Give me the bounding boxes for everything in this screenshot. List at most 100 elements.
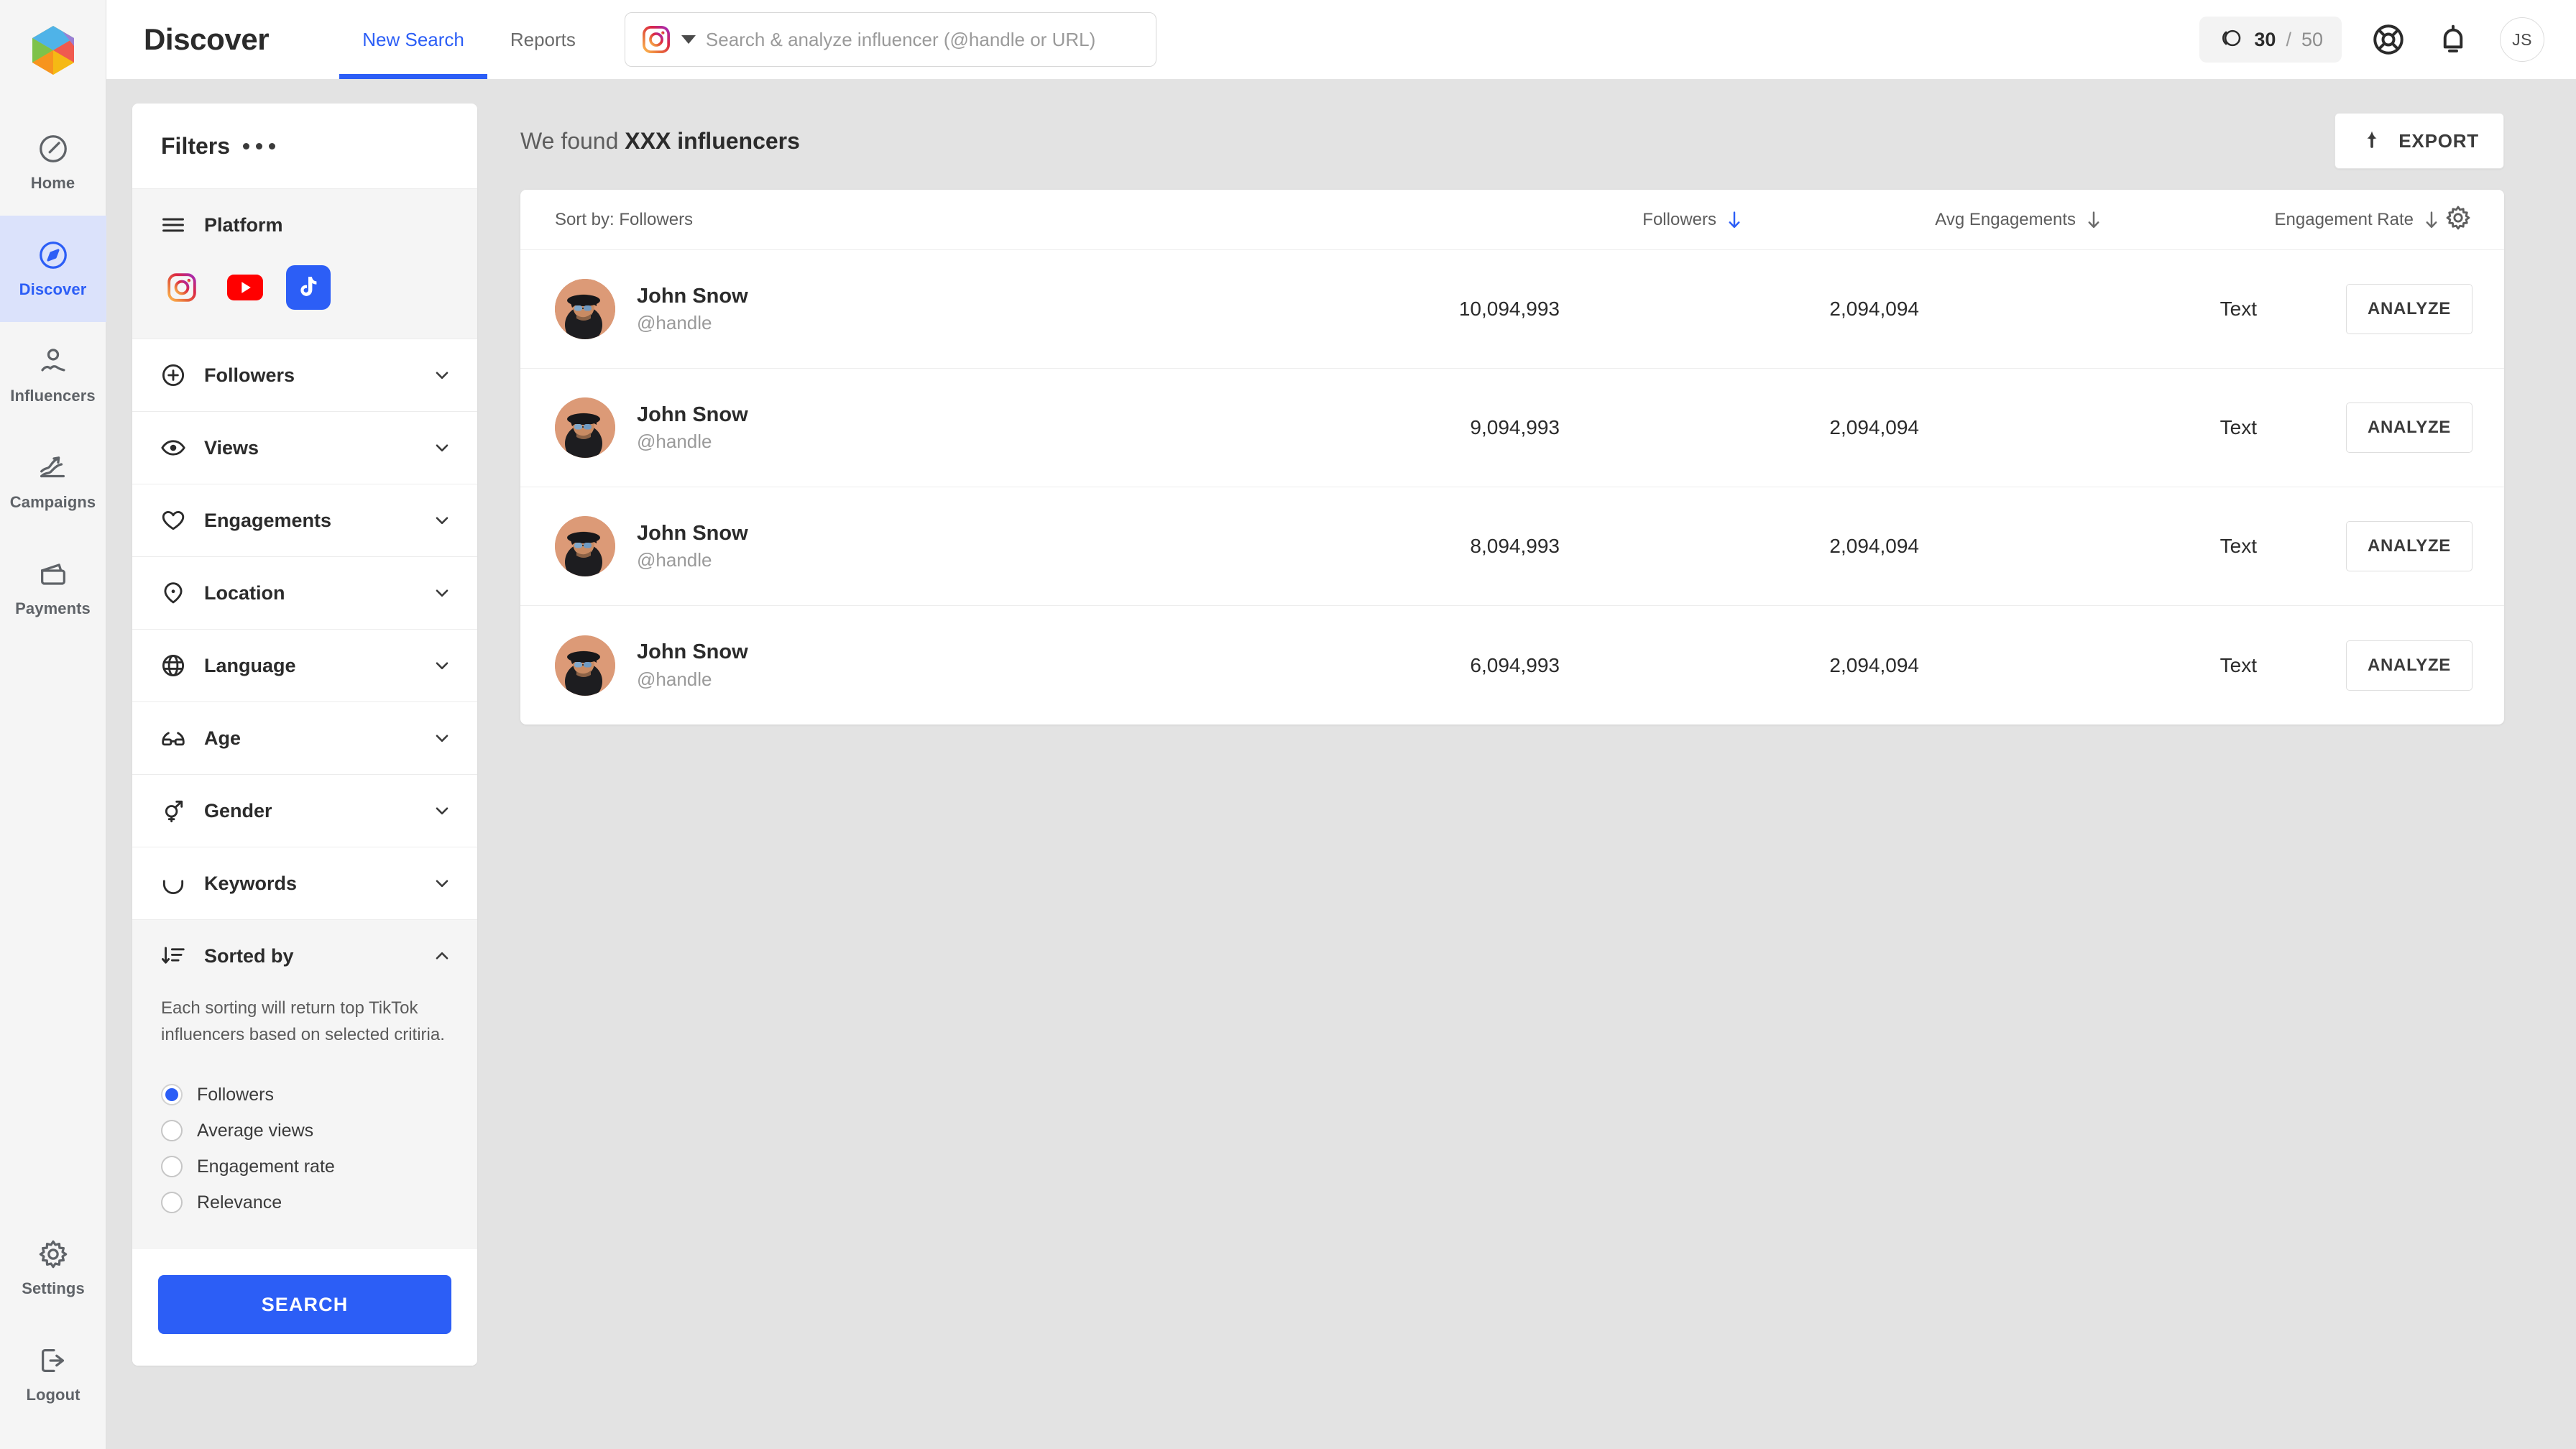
sidebar-item-logout[interactable]: Logout	[0, 1321, 106, 1427]
tab-label: New Search	[362, 28, 464, 50]
filter-header-keywords[interactable]: Keywords	[132, 847, 477, 919]
filter-header-followers[interactable]: Followers	[132, 339, 477, 411]
bell-icon[interactable]	[2435, 22, 2471, 58]
sidebar-item-payments[interactable]: Payments	[0, 535, 106, 641]
sidebar-item-label: Campaigns	[9, 493, 96, 511]
filter-header-age[interactable]: Age	[132, 702, 477, 774]
search-button[interactable]: SEARCH	[158, 1275, 451, 1335]
sidebar-bottom-nav: Settings Logout	[0, 1215, 106, 1427]
chevron-down-icon[interactable]	[433, 729, 451, 748]
filter-label: Age	[204, 727, 242, 749]
radio-button[interactable]	[161, 1120, 183, 1142]
radio-button[interactable]	[161, 1156, 183, 1178]
avatar[interactable]: JS	[2500, 17, 2544, 62]
platform-option-tiktok[interactable]	[286, 265, 331, 310]
cell-followers: 8,094,993	[1470, 535, 1560, 557]
sort-option-label: Followers	[197, 1084, 274, 1105]
cell-followers: 6,094,993	[1470, 653, 1560, 676]
chevron-down-icon[interactable]	[681, 35, 696, 44]
filter-label: Engagements	[204, 509, 332, 531]
influencer-cell[interactable]: John Snow @handle	[555, 397, 1186, 458]
platform-option-instagram[interactable]	[160, 265, 204, 310]
analyze-button[interactable]: ANALYZE	[2346, 521, 2472, 571]
export-button[interactable]: EXPORT	[2334, 113, 2504, 169]
analyze-button[interactable]: ANALYZE	[2346, 284, 2472, 334]
sidebar-item-influencers[interactable]: Influencers	[0, 322, 106, 428]
influencer-cell[interactable]: John Snow @handle	[555, 279, 1186, 339]
filter-section-platform: Platform	[132, 188, 477, 339]
filter-header-platform[interactable]: Platform	[132, 189, 477, 261]
found-count: XXX influencers	[625, 127, 800, 154]
table-row[interactable]: John Snow @handle 6,094,993 2,094,094 Te…	[520, 606, 2504, 724]
chevron-down-icon[interactable]	[433, 511, 451, 530]
filter-header-sorted-by[interactable]: Sorted by	[132, 920, 477, 992]
influencer-cell[interactable]: John Snow @handle	[555, 635, 1186, 696]
column-label: Followers	[1642, 209, 1716, 229]
chevron-up-icon[interactable]	[433, 947, 451, 965]
cell-engagement-rate: Text	[2220, 298, 2257, 320]
table-settings-button[interactable]	[2439, 203, 2472, 236]
lifebuoy-icon[interactable]	[2370, 22, 2406, 58]
sort-option-followers[interactable]: Followers	[161, 1077, 448, 1113]
credits-badge[interactable]: 30 / 50	[2199, 17, 2342, 63]
filter-label: Followers	[204, 364, 295, 386]
credits-separator: /	[2286, 28, 2291, 50]
pin-icon	[160, 579, 187, 607]
arrow-down-icon[interactable]	[2086, 211, 2102, 229]
influencer-name: John Snow	[637, 402, 748, 426]
chevron-down-icon[interactable]	[433, 584, 451, 602]
filter-header-engagements[interactable]: Engagements	[132, 484, 477, 556]
filter-section-location: Location	[132, 556, 477, 629]
search-input[interactable]	[705, 28, 1140, 51]
avatar	[555, 279, 615, 339]
sort-option-relevance[interactable]: Relevance	[161, 1184, 448, 1220]
ellipsis-icon[interactable]	[243, 142, 276, 150]
influencer-name: John Snow	[637, 521, 748, 545]
arrow-down-icon[interactable]	[1726, 211, 1742, 229]
influencer-cell[interactable]: John Snow @handle	[555, 516, 1186, 576]
arrow-down-icon[interactable]	[2424, 211, 2439, 229]
filter-header-views[interactable]: Views	[132, 412, 477, 484]
header-actions: 30 / 50 JS	[2199, 17, 2544, 63]
instagram-icon[interactable]	[641, 24, 671, 55]
cell-action: ANALYZE	[2257, 521, 2472, 571]
filter-header-location[interactable]: Location	[132, 557, 477, 629]
sort-option-average-views[interactable]: Average views	[161, 1113, 448, 1149]
column-header-followers[interactable]: Followers	[1368, 210, 1742, 230]
chevron-down-icon[interactable]	[433, 801, 451, 820]
chevron-down-icon[interactable]	[433, 874, 451, 893]
analyze-button[interactable]: ANALYZE	[2346, 402, 2472, 453]
table-row[interactable]: John Snow @handle 8,094,993 2,094,094 Te…	[520, 487, 2504, 606]
column-header-engagement-rate[interactable]: Engagement Rate	[2102, 210, 2439, 230]
column-header-avg-engagements[interactable]: Avg Engagements	[1742, 210, 2102, 230]
export-button-label: EXPORT	[2398, 129, 2479, 152]
tab-reports[interactable]: Reports	[487, 0, 599, 79]
left-sidebar: Home Discover Influencers Campaigns Paym…	[0, 0, 106, 1449]
chevron-down-icon[interactable]	[433, 366, 451, 385]
app-logo[interactable]	[30, 24, 76, 76]
sidebar-item-settings[interactable]: Settings	[0, 1215, 106, 1321]
platform-option-youtube[interactable]	[223, 265, 267, 310]
filter-header-language[interactable]: Language	[132, 630, 477, 702]
tab-new-search[interactable]: New Search	[339, 0, 487, 79]
gender-icon	[160, 797, 187, 824]
filter-header-gender[interactable]: Gender	[132, 775, 477, 847]
radio-button[interactable]	[161, 1192, 183, 1214]
sidebar-item-home[interactable]: Home	[0, 109, 106, 216]
table-row[interactable]: John Snow @handle 10,094,993 2,094,094 T…	[520, 250, 2504, 369]
analyze-button[interactable]: ANALYZE	[2346, 640, 2472, 691]
sidebar-item-campaigns[interactable]: Campaigns	[0, 428, 106, 535]
sidebar-item-discover[interactable]: Discover	[0, 216, 106, 322]
radio-button[interactable]	[161, 1084, 183, 1106]
sort-option-engagement-rate[interactable]: Engagement rate	[161, 1149, 448, 1184]
cell-engagement-rate: Text	[2220, 653, 2257, 676]
cell-avg-engagements: 2,094,094	[1829, 653, 1919, 676]
cell-action: ANALYZE	[2257, 640, 2472, 691]
influencer-identity: John Snow @handle	[637, 401, 748, 454]
chevron-down-icon[interactable]	[433, 438, 451, 457]
page-title: Discover	[144, 22, 270, 56]
table-row[interactable]: John Snow @handle 9,094,993 2,094,094 Te…	[520, 369, 2504, 487]
results-panel: We found XXX influencers EXPORT Sort by:…	[477, 79, 2576, 1449]
sidebar-item-label: Logout	[26, 1386, 80, 1404]
chevron-down-icon[interactable]	[433, 656, 451, 675]
